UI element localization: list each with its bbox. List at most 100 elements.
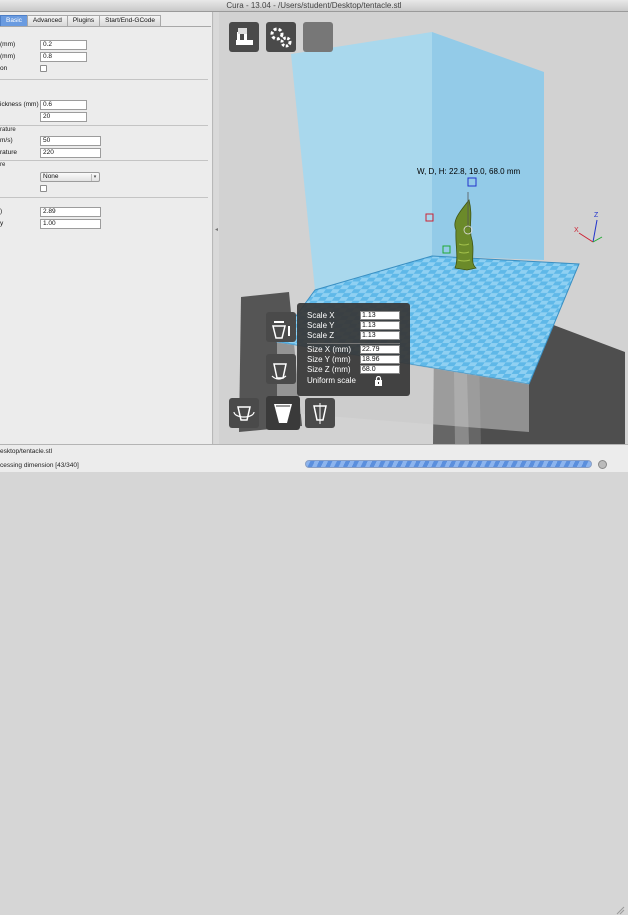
scale-reset-icon bbox=[271, 363, 287, 380]
support-section-header: re bbox=[0, 162, 6, 168]
fill-density-input[interactable]: 20 bbox=[40, 112, 87, 122]
axis-x-label: X bbox=[574, 227, 579, 234]
retraction-row: on bbox=[0, 64, 200, 74]
view-mode-button[interactable] bbox=[303, 22, 333, 52]
bottom-thickness-input[interactable]: 0.6 bbox=[40, 100, 87, 110]
3d-viewport[interactable]: Z X W, D, H: 22.8, 19.0, 68.0 mm Scale X… bbox=[219, 12, 628, 444]
axis-z-label: Z bbox=[594, 212, 599, 219]
settings-gear-icon bbox=[270, 27, 292, 48]
platform-adhesion-checkbox[interactable] bbox=[40, 185, 47, 192]
layer-height-input[interactable]: 0.2 bbox=[40, 40, 87, 50]
filament-flow-input[interactable]: 1.00 bbox=[40, 219, 101, 229]
tab-start-end-gcode[interactable]: Start/End-GCode bbox=[99, 15, 162, 26]
print-temperature-row: rature 220 bbox=[0, 148, 200, 158]
volume-back-wall-left bbox=[291, 32, 432, 290]
size-y-label: Size Y (mm) bbox=[307, 355, 351, 364]
size-z-row: Size Z (mm) 68.0 bbox=[307, 365, 400, 375]
slicing-progress-bar bbox=[305, 460, 592, 468]
layer-height-label: (mm) bbox=[0, 41, 16, 48]
retraction-checkbox[interactable] bbox=[40, 65, 47, 72]
print-temperature-input[interactable]: 220 bbox=[40, 148, 101, 158]
chevron-down-icon: ▾ bbox=[91, 174, 98, 181]
settings-button[interactable] bbox=[266, 22, 296, 52]
size-x-label: Size X (mm) bbox=[307, 345, 351, 354]
status-bar: esktop/tentacle.stl cessing dimension [4… bbox=[0, 444, 628, 915]
axis-x-line bbox=[578, 232, 594, 243]
print-temperature-label: rature bbox=[0, 149, 17, 156]
size-y-row: Size Y (mm) 18.96 bbox=[307, 355, 400, 365]
support-type-row: None ▾ bbox=[0, 172, 200, 182]
wall-thickness-row: (mm) 0.8 bbox=[0, 52, 200, 62]
filament-diameter-label: ) bbox=[0, 208, 3, 215]
rotate-tool-button[interactable] bbox=[229, 398, 259, 428]
basic-settings-panel: (mm) 0.2 (mm) 0.8 on ickness (mm) 0.6 20… bbox=[0, 26, 211, 436]
filament-diameter-row: ) 2.89 bbox=[0, 207, 200, 217]
scale-y-row: Scale Y 1.13 bbox=[307, 321, 400, 331]
support-type-select[interactable]: None ▾ bbox=[40, 172, 100, 182]
tab-plugins[interactable]: Plugins bbox=[66, 15, 101, 26]
size-x-input[interactable]: 22.79 bbox=[360, 345, 400, 354]
tab-advanced[interactable]: Advanced bbox=[26, 15, 68, 26]
layer-height-row: (mm) 0.2 bbox=[0, 40, 200, 50]
scale-x-input[interactable]: 1.13 bbox=[360, 311, 400, 320]
section-divider bbox=[0, 160, 208, 161]
scale-z-row: Scale Z 1.13 bbox=[307, 331, 400, 341]
tab-bar: Basic Advanced Plugins Start/End-GCode bbox=[0, 15, 162, 26]
size-z-input[interactable]: 68.0 bbox=[360, 365, 400, 374]
platform-adhesion-row bbox=[0, 184, 200, 194]
bottom-thickness-label: ickness (mm) bbox=[0, 101, 39, 108]
axis-z-line bbox=[592, 219, 598, 243]
wall-thickness-label: (mm) bbox=[0, 53, 16, 60]
view-mode-icon bbox=[303, 22, 333, 52]
filament-flow-label: y bbox=[0, 220, 4, 227]
bottom-thickness-row: ickness (mm) 0.6 bbox=[0, 100, 200, 110]
print-speed-row: m/s) 50 bbox=[0, 136, 200, 146]
size-x-row: Size X (mm) 22.79 bbox=[307, 345, 400, 355]
scale-x-row: Scale X 1.13 bbox=[307, 311, 400, 321]
load-model-button[interactable] bbox=[229, 22, 259, 52]
section-divider bbox=[0, 197, 208, 198]
filament-flow-row: y 1.00 bbox=[0, 219, 200, 229]
scale-x-label: Scale X bbox=[307, 311, 335, 320]
rotate-icon bbox=[233, 406, 255, 421]
stop-slicing-button[interactable] bbox=[598, 460, 607, 469]
wall-thickness-input[interactable]: 0.8 bbox=[40, 52, 87, 62]
resize-grip-icon[interactable] bbox=[615, 905, 625, 915]
scale-panel: Scale X 1.13 Scale Y 1.13 Scale Z 1.13 Size… bbox=[297, 303, 410, 396]
status-file-path: esktop/tentacle.stl bbox=[0, 448, 53, 455]
volume-back-wall-right bbox=[432, 32, 544, 260]
uniform-scale-row: Uniform scale bbox=[307, 376, 397, 386]
scale-z-input[interactable]: 1.13 bbox=[360, 331, 400, 340]
scale-z-label: Scale Z bbox=[307, 331, 335, 340]
section-divider bbox=[0, 125, 208, 126]
tab-basic[interactable]: Basic bbox=[0, 15, 28, 26]
mirror-tool-button[interactable] bbox=[305, 398, 335, 428]
section-divider bbox=[0, 79, 208, 80]
filament-diameter-input[interactable]: 2.89 bbox=[40, 207, 101, 217]
scale-y-input[interactable]: 1.13 bbox=[360, 321, 400, 330]
model-dimensions-label: W, D, H: 22.8, 19.0, 68.0 mm bbox=[417, 167, 521, 176]
axis-y-line bbox=[592, 236, 603, 243]
status-processing-text: cessing dimension [43/340] bbox=[0, 462, 79, 469]
load-icon bbox=[236, 28, 253, 45]
lock-icon[interactable] bbox=[374, 376, 383, 386]
support-type-value: None bbox=[43, 173, 59, 180]
scale-max-icon bbox=[272, 321, 290, 339]
uniform-scale-label: Uniform scale bbox=[307, 376, 356, 385]
mirror-icon bbox=[313, 403, 327, 424]
scale-max-button[interactable] bbox=[266, 312, 296, 342]
print-speed-label: m/s) bbox=[0, 137, 13, 144]
window-title: Cura - 13.04 - /Users/student/Desktop/te… bbox=[226, 1, 402, 10]
scale-tool-button[interactable] bbox=[266, 396, 300, 430]
print-speed-input[interactable]: 50 bbox=[40, 136, 101, 146]
settings-pane: Basic Advanced Plugins Start/End-GCode (… bbox=[0, 12, 213, 444]
scale-y-label: Scale Y bbox=[307, 321, 335, 330]
speed-section-header: rature bbox=[0, 127, 16, 133]
scale-icon bbox=[274, 404, 292, 423]
scale-reset-button[interactable] bbox=[266, 354, 296, 384]
retraction-label: on bbox=[0, 65, 8, 72]
splitter-grip-icon: ◂ bbox=[215, 227, 219, 233]
window-title-bar: Cura - 13.04 - /Users/student/Desktop/te… bbox=[0, 0, 628, 12]
scale-panel-divider bbox=[307, 343, 400, 344]
size-y-input[interactable]: 18.96 bbox=[360, 355, 400, 364]
